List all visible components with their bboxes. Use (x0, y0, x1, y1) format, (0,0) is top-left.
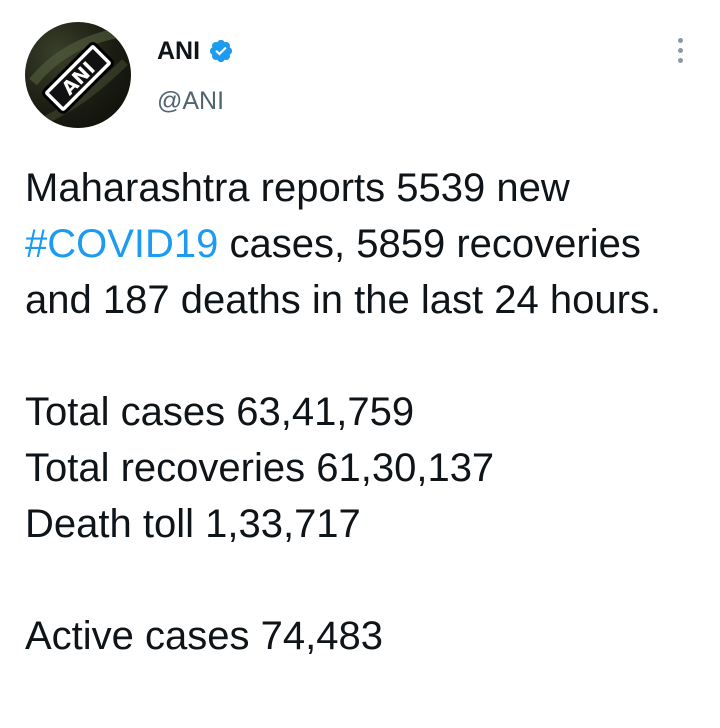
author-handle[interactable]: @ANI (157, 86, 224, 116)
avatar[interactable]: ANI (25, 22, 131, 128)
author-name[interactable]: ANI (157, 36, 234, 66)
tweet-text: Maharashtra reports 5539 new #COVID19 cas… (25, 160, 705, 664)
more-vertical-icon[interactable] (670, 38, 690, 72)
hashtag-link[interactable]: #COVID19 (25, 222, 218, 266)
stat-death-toll: Death toll 1,33,717 (25, 502, 361, 546)
ani-logo-icon: ANI (29, 27, 128, 124)
stat-active-cases: Active cases 74,483 (25, 614, 383, 658)
tweet-intro: Maharashtra reports 5539 new #COVID19 cas… (25, 160, 705, 328)
author-name-text: ANI (157, 37, 201, 65)
verified-badge-icon (208, 38, 234, 64)
stat-total-cases: Total cases 63,41,759 (25, 390, 415, 434)
stat-total-recoveries: Total recoveries 61,30,137 (25, 446, 495, 490)
tweet-intro-part-1: Maharashtra reports 5539 new (25, 166, 570, 210)
